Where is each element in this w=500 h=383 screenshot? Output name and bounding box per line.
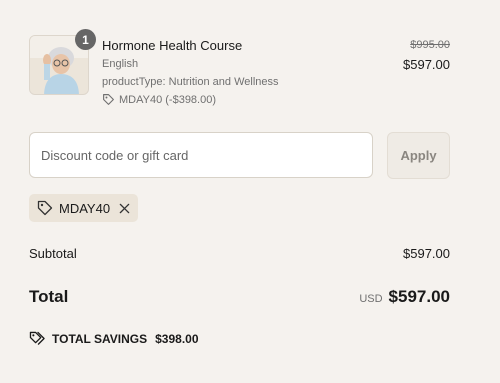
subtotal-value: $597.00 <box>403 246 450 261</box>
tag-icon <box>103 94 114 105</box>
total-amount: USD $597.00 <box>359 287 450 307</box>
line-item: 1 Hormone Health Course English productT… <box>29 29 450 115</box>
applied-discount-chip: MDAY40 <box>29 194 138 222</box>
savings-label: TOTAL SAVINGS <box>52 331 148 346</box>
remove-discount-button[interactable] <box>119 203 130 214</box>
close-icon <box>119 203 130 213</box>
total-label: Total <box>29 287 69 306</box>
applied-discount-code: MDAY40 <box>59 200 111 216</box>
apply-button[interactable]: Apply <box>387 132 450 179</box>
product-discount: MDAY40 (-$398.00) <box>102 93 216 106</box>
currency-code: USD <box>359 293 383 305</box>
savings-tags-icon <box>29 331 45 345</box>
subtotal-label: Subtotal <box>29 246 77 261</box>
discount-code-input[interactable] <box>29 132 373 178</box>
savings-value: $398.00 <box>155 331 199 346</box>
original-price: $995.00 <box>410 39 450 51</box>
product-type: productType: Nutrition and Wellness <box>102 76 279 88</box>
product-discount-label: MDAY40 (-$398.00) <box>119 93 217 106</box>
tag-icon <box>37 200 53 216</box>
product-price: $597.00 <box>403 57 450 72</box>
quantity-badge: 1 <box>75 29 96 50</box>
product-name: Hormone Health Course <box>102 38 243 53</box>
total-value: $597.00 <box>388 287 450 306</box>
total-savings: TOTAL SAVINGS $398.00 <box>29 331 199 346</box>
product-variant: English <box>102 58 139 70</box>
